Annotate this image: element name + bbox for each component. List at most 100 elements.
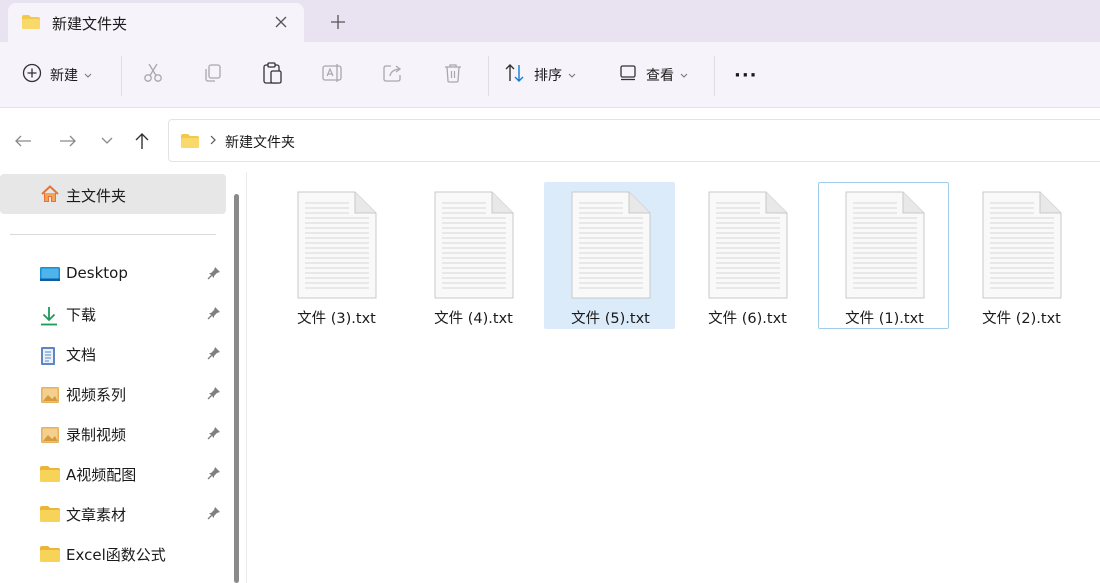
text-file-icon (434, 191, 514, 303)
text-file-icon (982, 191, 1062, 303)
sidebar-divider (10, 234, 216, 235)
tab-title: 新建文件夹 (52, 15, 128, 33)
scissors-icon (142, 62, 164, 88)
sidebar-item-label: 录制视频 (66, 426, 127, 444)
sidebar-item-recorded-videos[interactable]: 录制视频 (0, 416, 226, 452)
sidebar-item-label: 文章素材 (66, 506, 127, 524)
view-layout-icon (620, 65, 638, 85)
share-icon (382, 62, 404, 88)
file-item[interactable]: 文件 (3).txt (270, 182, 401, 329)
sort-button[interactable]: 排序 (504, 62, 576, 88)
add-circle-icon (22, 63, 42, 87)
chevron-down-icon (680, 67, 688, 83)
share-button[interactable] (382, 62, 404, 88)
sidebar-item-label: 主文件夹 (66, 187, 127, 205)
text-file-icon (708, 191, 788, 303)
pin-icon[interactable] (207, 426, 221, 444)
file-name: 文件 (3).txt (297, 311, 376, 327)
paste-button[interactable] (262, 62, 284, 88)
view-button[interactable]: 查看 (620, 62, 688, 88)
sidebar-item-documents[interactable]: 文档 (0, 336, 226, 372)
file-name: 文件 (4).txt (434, 311, 513, 327)
toolbar-divider (121, 56, 122, 96)
file-item[interactable]: 文件 (6).txt (681, 182, 812, 329)
desktop-icon (40, 266, 60, 286)
text-file-icon (845, 191, 925, 303)
chevron-down-icon (84, 67, 92, 83)
document-icon (40, 346, 56, 370)
sidebar-item-video-images[interactable]: A视频配图 (0, 456, 226, 492)
more-dots-icon: ··· (734, 64, 758, 86)
navigation-pane: 主文件夹 Desktop 下载 文档 视频系列 录制视频 A视频配图 文章素材 … (0, 172, 247, 583)
sidebar-item-excel-formulas[interactable]: Excel函数公式 (0, 536, 226, 572)
folder-icon (22, 15, 40, 33)
new-tab-plus-icon[interactable] (326, 10, 350, 34)
navigation-bar: 新建文件夹 (0, 108, 1100, 172)
new-button[interactable]: 新建 (22, 62, 92, 88)
pin-icon[interactable] (207, 346, 221, 364)
folder-icon (40, 506, 60, 526)
sidebar-item-home[interactable]: 主文件夹 (0, 174, 226, 214)
toolbar-divider (714, 56, 715, 96)
rename-button[interactable] (322, 62, 344, 88)
sidebar-item-downloads[interactable]: 下载 (0, 296, 226, 332)
sidebar-item-label: 视频系列 (66, 386, 127, 404)
text-file-icon (297, 191, 377, 303)
file-list-view: 文件 (3).txt 文件 (4).txt 文件 (5).txt 文件 (6).… (247, 172, 1100, 583)
file-item-selected[interactable]: 文件 (5).txt (544, 182, 675, 329)
delete-button[interactable] (442, 62, 464, 88)
chevron-down-icon (568, 67, 576, 83)
home-icon (40, 185, 60, 207)
sort-button-label: 排序 (534, 68, 562, 84)
pin-icon[interactable] (207, 506, 221, 524)
pin-icon[interactable] (207, 386, 221, 404)
sidebar-item-label: Desktop (66, 264, 128, 282)
folder-icon (40, 546, 60, 566)
clipboard-icon (262, 61, 284, 89)
sidebar-item-label: A视频配图 (66, 466, 137, 484)
file-name: 文件 (5).txt (571, 311, 650, 327)
sidebar-item-label: 文档 (66, 346, 97, 364)
folder-icon (181, 134, 199, 152)
file-item[interactable]: 文件 (4).txt (407, 182, 538, 329)
command-toolbar: 新建 排序 查看 ··· (0, 42, 1100, 108)
new-button-label: 新建 (50, 68, 78, 84)
file-item[interactable]: 文件 (2).txt (955, 182, 1086, 329)
file-name: 文件 (6).txt (708, 311, 787, 327)
trash-icon (442, 62, 464, 88)
cut-button[interactable] (142, 62, 164, 88)
sidebar-item-label: Excel函数公式 (66, 546, 166, 564)
text-file-icon (571, 191, 651, 303)
recent-locations-chevron-icon[interactable] (96, 130, 118, 152)
tab-bar: 新建文件夹 (0, 0, 1100, 42)
rename-icon (322, 62, 344, 88)
pin-icon[interactable] (207, 306, 221, 324)
folder-icon (40, 466, 60, 486)
back-arrow-icon[interactable] (12, 130, 34, 152)
file-name: 文件 (2).txt (982, 311, 1061, 327)
breadcrumb-chevron-icon[interactable] (209, 133, 217, 151)
sort-arrows-icon (504, 63, 526, 87)
forward-arrow-icon[interactable] (57, 130, 79, 152)
sidebar-scrollbar[interactable] (234, 194, 239, 583)
view-button-label: 查看 (646, 68, 674, 84)
close-icon[interactable] (270, 11, 292, 33)
sidebar-item-article-materials[interactable]: 文章素材 (0, 496, 226, 532)
copy-button[interactable] (202, 62, 224, 88)
sidebar-item-video-series[interactable]: 视频系列 (0, 376, 226, 412)
file-item-focused[interactable]: 文件 (1).txt (818, 182, 949, 329)
download-icon (40, 306, 58, 330)
image-folder-icon (40, 426, 60, 448)
sidebar-item-desktop[interactable]: Desktop (0, 256, 226, 292)
breadcrumb-current-folder[interactable]: 新建文件夹 (225, 132, 295, 152)
up-arrow-icon[interactable] (131, 130, 153, 152)
tab-current-folder[interactable]: 新建文件夹 (8, 3, 304, 42)
sidebar-item-label: 下载 (66, 306, 97, 324)
more-options-button[interactable]: ··· (734, 62, 758, 88)
pin-icon[interactable] (207, 266, 221, 284)
pin-icon[interactable] (207, 466, 221, 484)
toolbar-divider (488, 56, 489, 96)
image-folder-icon (40, 386, 60, 408)
file-name: 文件 (1).txt (845, 311, 924, 327)
address-bar[interactable]: 新建文件夹 (168, 119, 1100, 162)
